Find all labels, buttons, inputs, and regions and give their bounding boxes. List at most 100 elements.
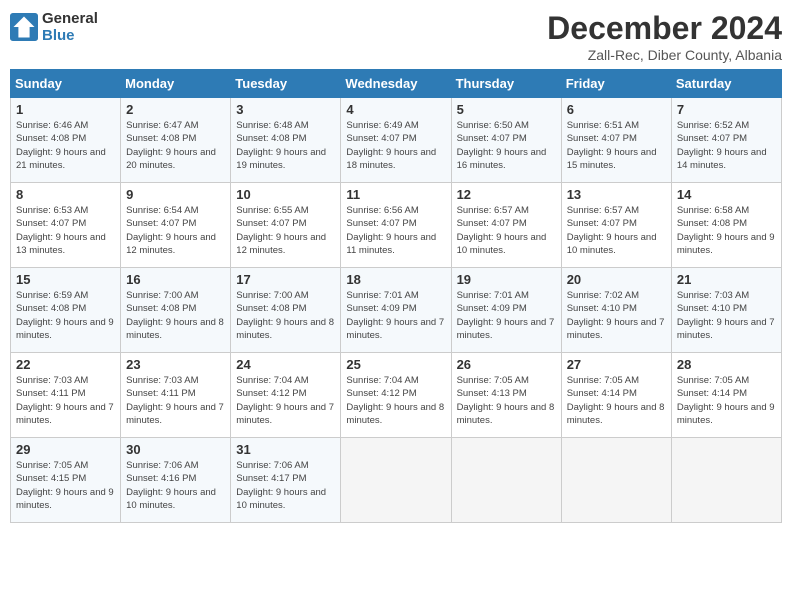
day-info: Sunrise: 6:54 AMSunset: 4:07 PMDaylight:… <box>126 204 225 257</box>
day-number: 9 <box>126 187 225 202</box>
day-info: Sunrise: 6:50 AMSunset: 4:07 PMDaylight:… <box>457 119 556 172</box>
table-row <box>671 438 781 523</box>
table-row: 9 Sunrise: 6:54 AMSunset: 4:07 PMDayligh… <box>121 183 231 268</box>
day-number: 16 <box>126 272 225 287</box>
calendar-table: Sunday Monday Tuesday Wednesday Thursday… <box>10 69 782 523</box>
day-info: Sunrise: 7:04 AMSunset: 4:12 PMDaylight:… <box>346 374 445 427</box>
table-row: 11 Sunrise: 6:56 AMSunset: 4:07 PMDaylig… <box>341 183 451 268</box>
day-number: 19 <box>457 272 556 287</box>
day-info: Sunrise: 6:55 AMSunset: 4:07 PMDaylight:… <box>236 204 335 257</box>
day-number: 7 <box>677 102 776 117</box>
table-row: 28 Sunrise: 7:05 AMSunset: 4:14 PMDaylig… <box>671 353 781 438</box>
day-info: Sunrise: 6:57 AMSunset: 4:07 PMDaylight:… <box>457 204 556 257</box>
day-info: Sunrise: 7:03 AMSunset: 4:11 PMDaylight:… <box>126 374 225 427</box>
title-area: December 2024 Zall-Rec, Diber County, Al… <box>547 10 782 63</box>
day-info: Sunrise: 7:06 AMSunset: 4:17 PMDaylight:… <box>236 459 335 512</box>
day-number: 3 <box>236 102 335 117</box>
day-info: Sunrise: 6:53 AMSunset: 4:07 PMDaylight:… <box>16 204 115 257</box>
logo-text: General Blue <box>42 10 98 44</box>
day-number: 2 <box>126 102 225 117</box>
table-row: 14 Sunrise: 6:58 AMSunset: 4:08 PMDaylig… <box>671 183 781 268</box>
calendar-row: 15 Sunrise: 6:59 AMSunset: 4:08 PMDaylig… <box>11 268 782 353</box>
day-info: Sunrise: 7:05 AMSunset: 4:14 PMDaylight:… <box>567 374 666 427</box>
table-row: 26 Sunrise: 7:05 AMSunset: 4:13 PMDaylig… <box>451 353 561 438</box>
page-header: General Blue December 2024 Zall-Rec, Dib… <box>10 10 782 63</box>
table-row: 18 Sunrise: 7:01 AMSunset: 4:09 PMDaylig… <box>341 268 451 353</box>
header-wednesday: Wednesday <box>341 70 451 98</box>
table-row: 7 Sunrise: 6:52 AMSunset: 4:07 PMDayligh… <box>671 98 781 183</box>
table-row: 2 Sunrise: 6:47 AMSunset: 4:08 PMDayligh… <box>121 98 231 183</box>
calendar-row: 1 Sunrise: 6:46 AMSunset: 4:08 PMDayligh… <box>11 98 782 183</box>
table-row: 6 Sunrise: 6:51 AMSunset: 4:07 PMDayligh… <box>561 98 671 183</box>
day-number: 12 <box>457 187 556 202</box>
table-row: 23 Sunrise: 7:03 AMSunset: 4:11 PMDaylig… <box>121 353 231 438</box>
table-row: 4 Sunrise: 6:49 AMSunset: 4:07 PMDayligh… <box>341 98 451 183</box>
header-friday: Friday <box>561 70 671 98</box>
day-info: Sunrise: 6:56 AMSunset: 4:07 PMDaylight:… <box>346 204 445 257</box>
day-info: Sunrise: 7:02 AMSunset: 4:10 PMDaylight:… <box>567 289 666 342</box>
day-info: Sunrise: 6:48 AMSunset: 4:08 PMDaylight:… <box>236 119 335 172</box>
day-number: 24 <box>236 357 335 372</box>
day-number: 4 <box>346 102 445 117</box>
day-info: Sunrise: 7:05 AMSunset: 4:13 PMDaylight:… <box>457 374 556 427</box>
day-number: 11 <box>346 187 445 202</box>
table-row <box>451 438 561 523</box>
day-info: Sunrise: 7:03 AMSunset: 4:11 PMDaylight:… <box>16 374 115 427</box>
day-number: 14 <box>677 187 776 202</box>
table-row: 15 Sunrise: 6:59 AMSunset: 4:08 PMDaylig… <box>11 268 121 353</box>
header-monday: Monday <box>121 70 231 98</box>
day-number: 5 <box>457 102 556 117</box>
header-thursday: Thursday <box>451 70 561 98</box>
day-info: Sunrise: 7:01 AMSunset: 4:09 PMDaylight:… <box>346 289 445 342</box>
table-row: 3 Sunrise: 6:48 AMSunset: 4:08 PMDayligh… <box>231 98 341 183</box>
table-row: 27 Sunrise: 7:05 AMSunset: 4:14 PMDaylig… <box>561 353 671 438</box>
day-info: Sunrise: 6:59 AMSunset: 4:08 PMDaylight:… <box>16 289 115 342</box>
calendar-row: 22 Sunrise: 7:03 AMSunset: 4:11 PMDaylig… <box>11 353 782 438</box>
table-row <box>561 438 671 523</box>
location-title: Zall-Rec, Diber County, Albania <box>547 47 782 63</box>
day-info: Sunrise: 6:51 AMSunset: 4:07 PMDaylight:… <box>567 119 666 172</box>
day-info: Sunrise: 7:04 AMSunset: 4:12 PMDaylight:… <box>236 374 335 427</box>
table-row: 12 Sunrise: 6:57 AMSunset: 4:07 PMDaylig… <box>451 183 561 268</box>
weekday-header-row: Sunday Monday Tuesday Wednesday Thursday… <box>11 70 782 98</box>
table-row: 1 Sunrise: 6:46 AMSunset: 4:08 PMDayligh… <box>11 98 121 183</box>
header-sunday: Sunday <box>11 70 121 98</box>
table-row: 25 Sunrise: 7:04 AMSunset: 4:12 PMDaylig… <box>341 353 451 438</box>
table-row <box>341 438 451 523</box>
day-info: Sunrise: 7:00 AMSunset: 4:08 PMDaylight:… <box>126 289 225 342</box>
day-info: Sunrise: 7:05 AMSunset: 4:15 PMDaylight:… <box>16 459 115 512</box>
day-info: Sunrise: 6:57 AMSunset: 4:07 PMDaylight:… <box>567 204 666 257</box>
day-info: Sunrise: 6:58 AMSunset: 4:08 PMDaylight:… <box>677 204 776 257</box>
day-number: 20 <box>567 272 666 287</box>
table-row: 22 Sunrise: 7:03 AMSunset: 4:11 PMDaylig… <box>11 353 121 438</box>
day-info: Sunrise: 6:47 AMSunset: 4:08 PMDaylight:… <box>126 119 225 172</box>
day-number: 30 <box>126 442 225 457</box>
header-saturday: Saturday <box>671 70 781 98</box>
table-row: 13 Sunrise: 6:57 AMSunset: 4:07 PMDaylig… <box>561 183 671 268</box>
day-info: Sunrise: 7:06 AMSunset: 4:16 PMDaylight:… <box>126 459 225 512</box>
day-number: 28 <box>677 357 776 372</box>
table-row: 10 Sunrise: 6:55 AMSunset: 4:07 PMDaylig… <box>231 183 341 268</box>
table-row: 30 Sunrise: 7:06 AMSunset: 4:16 PMDaylig… <box>121 438 231 523</box>
table-row: 19 Sunrise: 7:01 AMSunset: 4:09 PMDaylig… <box>451 268 561 353</box>
table-row: 20 Sunrise: 7:02 AMSunset: 4:10 PMDaylig… <box>561 268 671 353</box>
day-number: 26 <box>457 357 556 372</box>
calendar-row: 8 Sunrise: 6:53 AMSunset: 4:07 PMDayligh… <box>11 183 782 268</box>
day-info: Sunrise: 6:49 AMSunset: 4:07 PMDaylight:… <box>346 119 445 172</box>
day-info: Sunrise: 7:00 AMSunset: 4:08 PMDaylight:… <box>236 289 335 342</box>
day-number: 1 <box>16 102 115 117</box>
day-number: 31 <box>236 442 335 457</box>
table-row: 16 Sunrise: 7:00 AMSunset: 4:08 PMDaylig… <box>121 268 231 353</box>
day-info: Sunrise: 7:03 AMSunset: 4:10 PMDaylight:… <box>677 289 776 342</box>
day-number: 29 <box>16 442 115 457</box>
day-number: 8 <box>16 187 115 202</box>
month-title: December 2024 <box>547 10 782 47</box>
day-number: 22 <box>16 357 115 372</box>
table-row: 8 Sunrise: 6:53 AMSunset: 4:07 PMDayligh… <box>11 183 121 268</box>
day-number: 17 <box>236 272 335 287</box>
header-tuesday: Tuesday <box>231 70 341 98</box>
day-number: 18 <box>346 272 445 287</box>
table-row: 21 Sunrise: 7:03 AMSunset: 4:10 PMDaylig… <box>671 268 781 353</box>
day-number: 21 <box>677 272 776 287</box>
day-info: Sunrise: 6:52 AMSunset: 4:07 PMDaylight:… <box>677 119 776 172</box>
